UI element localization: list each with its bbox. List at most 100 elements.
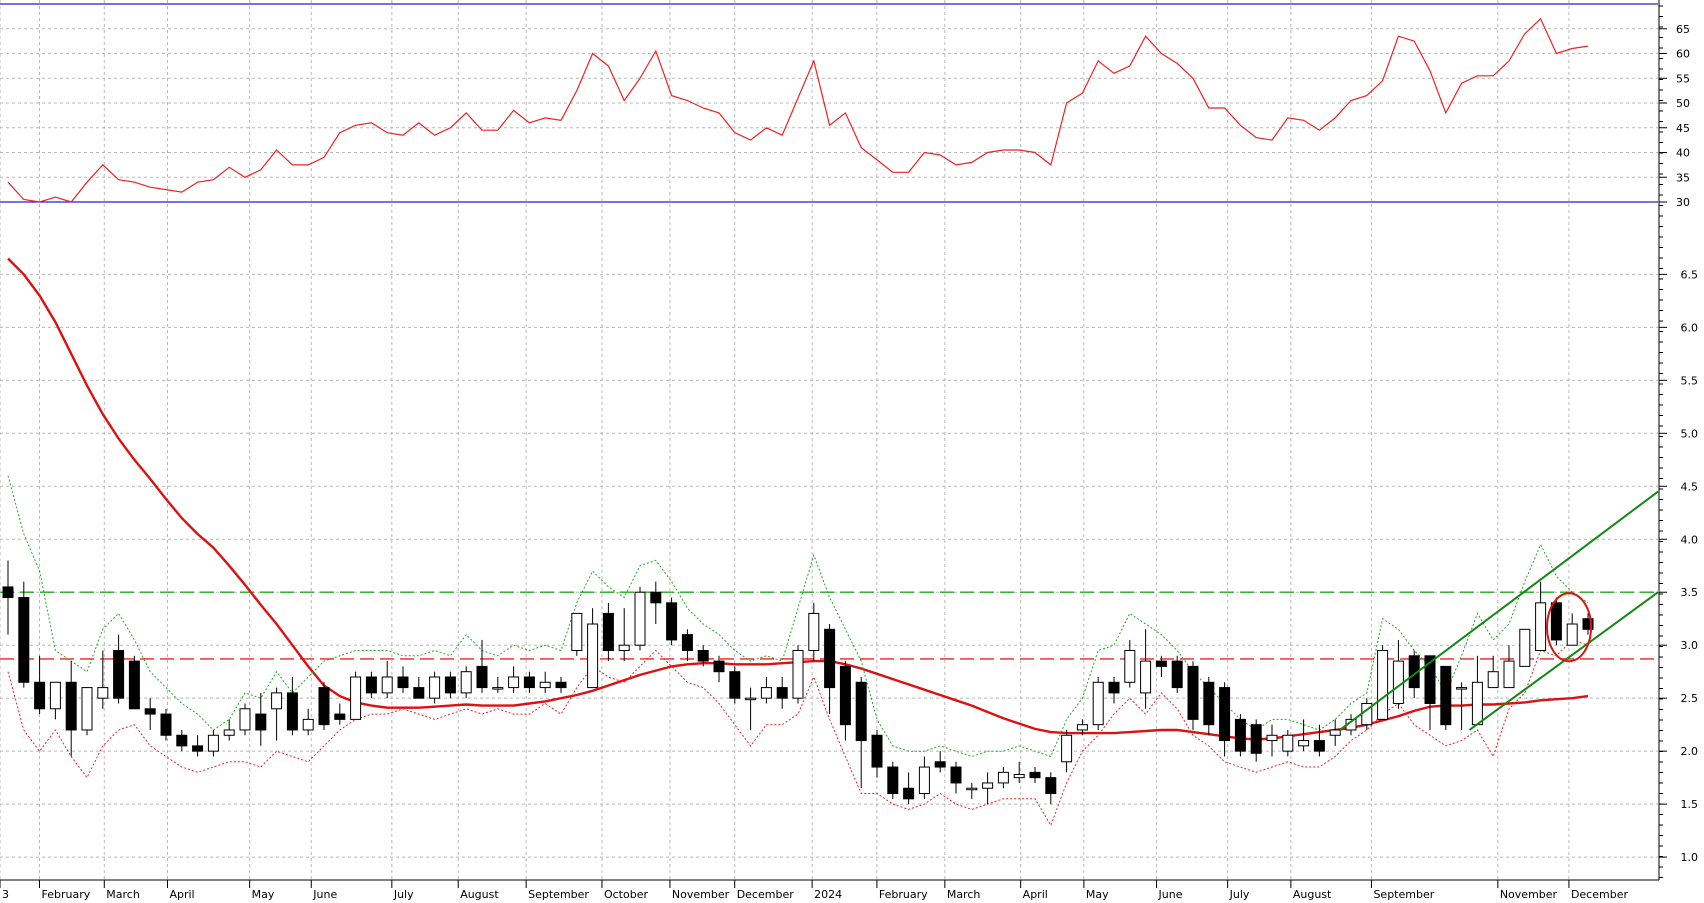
y-tick-label: 3.0 [1681,639,1699,652]
candle-body [271,692,283,710]
candle-body [523,676,535,689]
candle-body [49,681,61,710]
x-tick-label: December [1571,888,1629,901]
candle-body [681,634,693,652]
x-tick-label: June [1158,888,1183,901]
candle-body [239,708,251,731]
y-tick-label: 5.0 [1681,427,1699,440]
candle-body [460,671,472,694]
candle-body [808,612,820,652]
candle-body [934,761,946,768]
candle-body [1092,681,1104,726]
y-tick-label: 2.5 [1681,692,1699,705]
candle-body [855,681,867,742]
candle-body [997,771,1009,784]
x-tick-label: April [1023,888,1048,901]
candle-body [1076,724,1088,731]
candle-body [128,660,140,710]
candle-body [81,687,93,731]
x-tick-label: February [42,888,91,901]
y-tick-label: 40 [1676,147,1690,160]
candle-body [302,718,314,731]
x-tick-label: March [106,888,140,901]
candle-body [365,676,377,694]
candle-body [745,697,757,701]
candle-body [113,650,125,699]
candle-body [1550,602,1562,641]
chart-background [0,0,1704,903]
y-tick-label: 4.0 [1681,533,1699,546]
candle-body [334,713,346,720]
candle-body [1282,734,1294,752]
candle-body [903,787,915,800]
candle-body [539,681,551,689]
candle-body [792,650,804,699]
candle-body [824,628,836,689]
candle-body [65,681,77,731]
x-tick-label: April [169,888,194,901]
candle-body [1440,665,1452,726]
candle-body [1266,734,1278,742]
y-tick-label: 6.0 [1681,321,1699,334]
y-tick-label: 35 [1676,171,1690,184]
candle-body [413,687,425,699]
candle-body [444,676,456,694]
candle-body [1519,628,1531,667]
candle-body [255,713,267,731]
candle-body [1298,740,1310,747]
candle-body [192,745,204,752]
x-tick-label: November [1500,888,1558,901]
candle-body [1219,687,1231,742]
candle-body [381,676,393,694]
y-tick-label: 60 [1676,48,1690,61]
candle-body [1029,771,1041,779]
x-tick-label: 3 [2,888,9,901]
candle-body [1187,665,1199,720]
candle-body [492,687,504,690]
candle-body [1045,777,1057,795]
y-tick-label: 50 [1676,97,1690,110]
candle-body [1250,724,1262,754]
candle-body [1503,660,1515,689]
candle-body [1313,740,1325,752]
candle-body [176,734,188,747]
candle-body [223,729,235,736]
candle-body [1203,681,1215,726]
candle-body [476,665,488,689]
x-tick-label: February [879,888,928,901]
x-tick-label: December [737,888,795,901]
candle-body [618,644,630,652]
x-tick-label: March [947,888,981,901]
y-tick-label: 4.5 [1681,480,1699,493]
candle-body [713,660,725,673]
x-tick-label: July [1229,888,1250,901]
candle-body [1155,660,1167,667]
y-tick-label: 5.5 [1681,374,1699,387]
candle-body [508,676,520,689]
candle-body [144,708,156,715]
y-tick-label: 6.5 [1681,268,1699,281]
x-tick-label: September [1373,888,1434,901]
candle-body [207,734,219,752]
y-tick-label: 55 [1676,72,1690,85]
candle-body [729,671,741,699]
candle-body [18,597,30,683]
candle-body [982,782,994,789]
y-tick-label: 45 [1676,122,1690,135]
candle-body [2,586,14,599]
candle-body [1061,734,1073,763]
y-tick-label: 3.5 [1681,586,1699,599]
candle-body [34,681,46,710]
candle-body [571,612,583,652]
y-tick-label: 30 [1676,196,1690,209]
candle-body [776,687,788,699]
candle-body [966,787,978,791]
candle-body [871,734,883,768]
x-tick-label: May [252,888,275,901]
candle-body [918,766,930,795]
x-tick-label: August [460,888,499,901]
candle-body [1124,650,1136,683]
x-tick-label: May [1086,888,1109,901]
candle-body [697,650,709,662]
candle-body [1471,681,1483,726]
